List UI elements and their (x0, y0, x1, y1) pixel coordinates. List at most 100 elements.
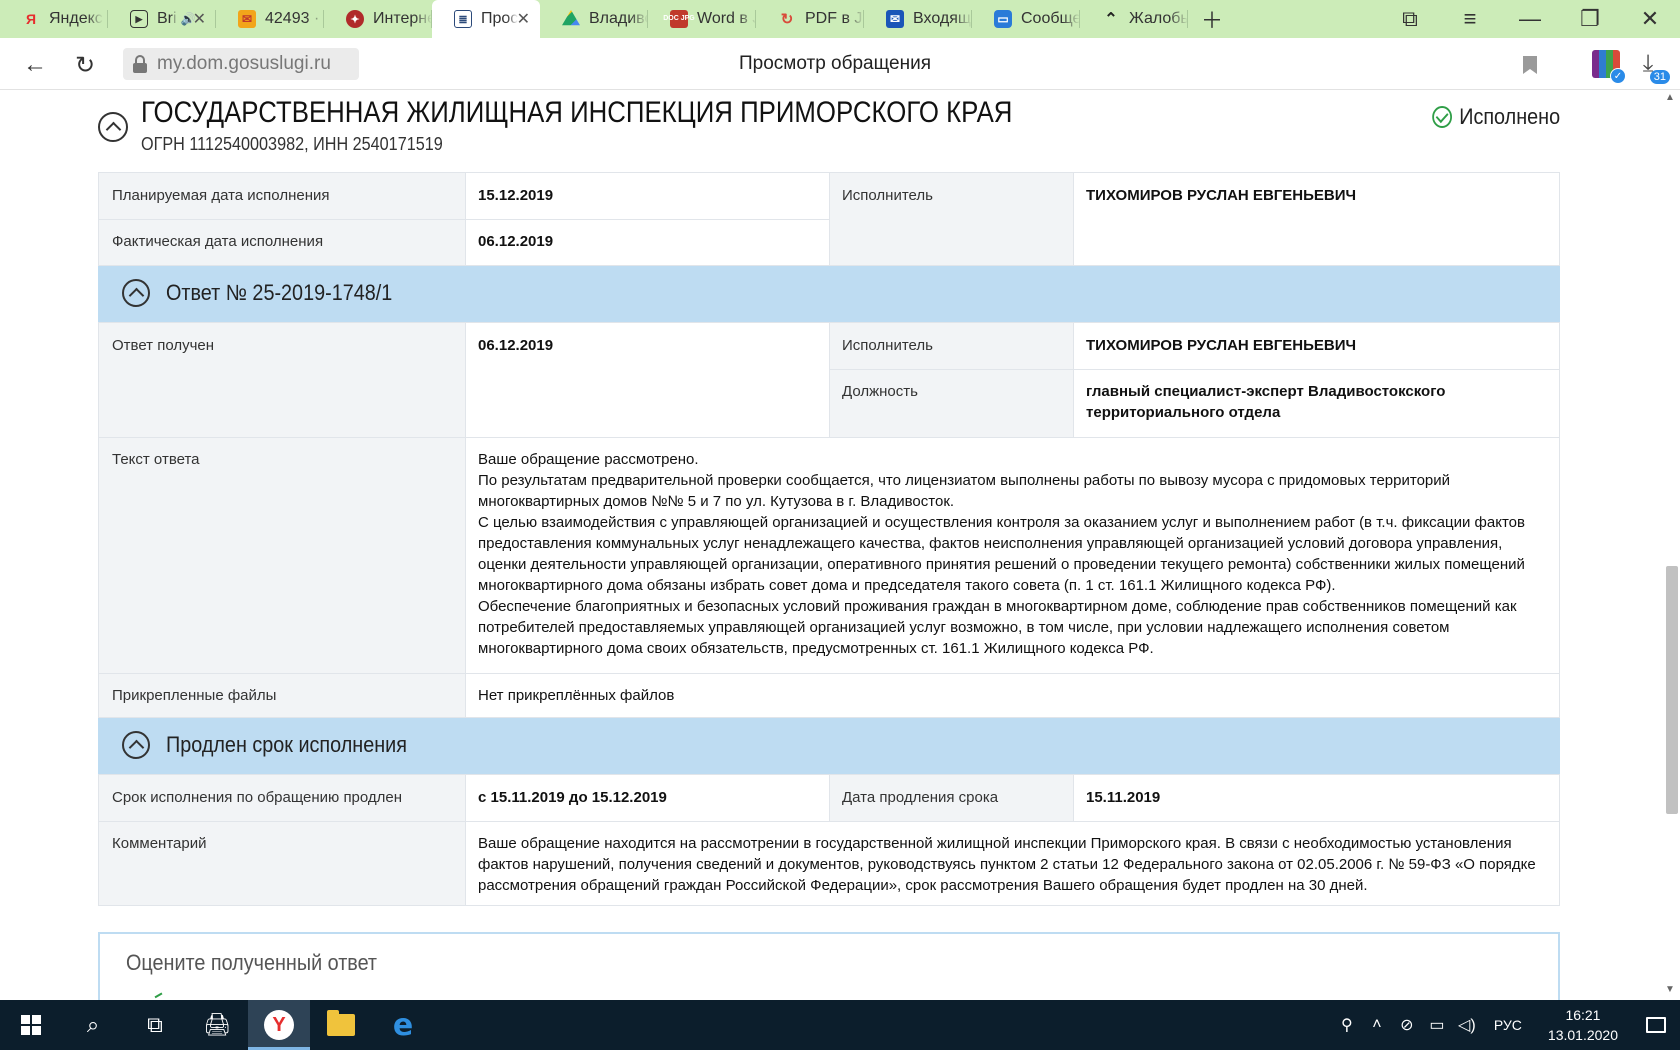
download-icon[interactable]: ⤓ 31 (1634, 50, 1670, 84)
extension-title: Продлен срок исполнения (166, 732, 407, 757)
network-icon[interactable]: ▭ (1422, 1015, 1452, 1035)
tab-pdf-jpg[interactable]: ↻ PDF в JP (756, 0, 864, 38)
inbox-icon: ✉ (886, 10, 904, 28)
people-icon[interactable]: ⚲ (1332, 1015, 1362, 1035)
scrollbar-thumb[interactable] (1666, 566, 1678, 814)
executor-label: Исполнитель (829, 173, 1073, 265)
yandex-browser-taskbar-icon[interactable]: Y (248, 1000, 310, 1050)
tab-vladivo[interactable]: Владиво (540, 0, 648, 38)
position-label: Должность (829, 369, 1073, 437)
close-icon[interactable]: ✕ (517, 9, 530, 29)
tab-strip: Я Яндекс ▶ Bri 🔊 ✕ ✉ 42493 · Е ✦ Интерне… (0, 0, 1680, 38)
download-count-badge: 31 (1649, 70, 1670, 84)
page-viewport: ГОСУДАРСТВЕННАЯ ЖИЛИЩНАЯ ИНСПЕКЦИЯ ПРИМО… (0, 90, 1660, 1000)
yandex-icon: Я (25, 11, 37, 27)
tab-bri[interactable]: ▶ Bri 🔊 ✕ (108, 0, 216, 38)
archiver-extension-icon[interactable]: ✓ (1592, 50, 1626, 84)
url-field[interactable]: my.dom.gosuslugi.ru (123, 48, 359, 80)
comment-value: Ваше обращение находится на рассмотрении… (465, 821, 1559, 905)
start-button[interactable] (0, 1000, 62, 1050)
scroll-up-icon[interactable]: ▲ (1660, 92, 1680, 106)
executor-value: ТИХОМИРОВ РУСЛАН ЕВГЕНЬЕВИЧ (1073, 173, 1559, 265)
tab-complaints[interactable]: ⌃ Жалобы (1080, 0, 1188, 38)
clock-time: 16:21 (1565, 1007, 1601, 1023)
status-text: Исполнено (1459, 104, 1560, 129)
ya-logo-icon: ⌃ (1104, 11, 1118, 28)
extension-section-header[interactable]: Продлен срок исполнения (98, 718, 1560, 774)
files-label: Прикрепленные файлы (99, 673, 465, 717)
tab-label: Жалобы (1129, 10, 1188, 27)
chevron-up-icon[interactable]: ˄ (1362, 1016, 1392, 1034)
collapse-toggle-icon[interactable] (98, 112, 128, 142)
drive-icon (562, 10, 580, 26)
rating-option-icon[interactable] (154, 992, 166, 1000)
answer-paragraph: С целью взаимодействия с управляющей орг… (478, 514, 1525, 594)
tab-prosmotr[interactable]: ≣ Прос ✕ (432, 0, 540, 38)
notifications-icon[interactable] (1632, 1000, 1680, 1050)
actual-date-value: 06.12.2019 (465, 219, 829, 265)
org-ids: ОГРН 1112540003982, ИНН 2540171519 (141, 134, 443, 154)
window-controls: ⧉ ≡ — ❐ ✕ (1380, 0, 1680, 38)
extension-date-label: Дата продления срока (829, 775, 1073, 821)
yandex-icon: Y (264, 1010, 294, 1040)
period-value: с 15.11.2019 до 15.12.2019 (465, 775, 829, 821)
scanner-app-icon[interactable]: 🖨 (186, 1000, 248, 1050)
close-window-button[interactable]: ✕ (1620, 0, 1680, 38)
answer-paragraph: По результатам предварительной проверки … (478, 472, 1451, 510)
position-value: главный специалист-эксперт Владивостокск… (1073, 369, 1559, 437)
rating-box: Оцените полученный ответ (98, 932, 1560, 1000)
reload-icon[interactable]: ↻ (68, 48, 102, 82)
restore-button[interactable]: ❐ (1560, 0, 1620, 38)
tab-yandex[interactable]: Я Яндекс (0, 0, 108, 38)
collapse-toggle-icon[interactable] (122, 279, 150, 307)
mail-icon: ✉ (238, 10, 256, 28)
language-indicator[interactable]: РУС (1494, 1017, 1522, 1033)
answer-executor-label: Исполнитель (829, 323, 1073, 369)
answer-text: Ваше обращение рассмотрено. По результат… (465, 437, 1559, 673)
org-name: ГОСУДАРСТВЕННАЯ ЖИЛИЩНАЯ ИНСПЕКЦИЯ ПРИМО… (141, 96, 1013, 129)
file-explorer-icon[interactable] (310, 1000, 372, 1050)
tab-inbox[interactable]: ✉ Входящи (864, 0, 972, 38)
tab-messages[interactable]: ▭ Сообщен (972, 0, 1080, 38)
period-label: Срок исполнения по обращению продлен (99, 775, 465, 821)
back-icon[interactable]: ← (18, 48, 52, 82)
rating-title: Оцените полученный ответ (126, 950, 378, 975)
minimize-button[interactable]: — (1500, 0, 1560, 38)
collapse-toggle-icon[interactable] (122, 731, 150, 759)
edge-icon[interactable]: e (372, 1000, 434, 1050)
close-icon[interactable]: ✕ (193, 9, 206, 29)
task-view-icon[interactable]: ⧉ (124, 1000, 186, 1050)
chat-icon: ▭ (994, 10, 1012, 28)
volume-icon[interactable]: ◁) (1452, 1015, 1482, 1035)
files-value: Нет прикреплённых файлов (465, 673, 1559, 717)
clock[interactable]: 16:21 13.01.2020 (1548, 1005, 1618, 1045)
answer-section-header[interactable]: Ответ № 25-2019-1748/1 (98, 266, 1560, 322)
tab-internet[interactable]: ✦ Интерне (324, 0, 432, 38)
check-circle-icon (1432, 106, 1452, 128)
new-tab-button[interactable]: ＋ (1188, 0, 1236, 38)
summary-table: Планируемая дата исполнения 15.12.2019 Ф… (98, 172, 1560, 266)
tab-mail[interactable]: ✉ 42493 · Е (216, 0, 324, 38)
bookmark-icon[interactable] (1523, 56, 1537, 74)
answer-title: Ответ № 25-2019-1748/1 (166, 280, 393, 305)
org-header: ГОСУДАРСТВЕННАЯ ЖИЛИЩНАЯ ИНСПЕКЦИЯ ПРИМО… (98, 90, 1560, 162)
menu-icon[interactable]: ≡ (1440, 0, 1500, 38)
windows-icon (21, 1015, 41, 1035)
check-icon: ✓ (1610, 68, 1626, 84)
bookmarks-icon[interactable]: ⧉ (1380, 0, 1440, 38)
tab-word-jpg[interactable]: DOC JPG Word в J (648, 0, 756, 38)
tab-label: Входящи (913, 10, 972, 27)
antivirus-icon[interactable]: ⊘ (1392, 1015, 1422, 1035)
actual-date-label: Фактическая дата исполнения (99, 219, 465, 265)
scrollbar[interactable]: ▲ ▼ (1660, 90, 1680, 1000)
tab-label: PDF в JP (805, 10, 864, 27)
answer-paragraph: Ваше обращение рассмотрено. (478, 451, 699, 468)
system-tray: ⚲ ˄ ⊘ ▭ ◁) РУС 16:21 13.01.2020 (1332, 1000, 1680, 1050)
tab-label: Сообщен (1021, 10, 1080, 27)
extension-date-value: 15.11.2019 (1073, 775, 1559, 821)
search-icon[interactable]: ⌕ (62, 1000, 124, 1050)
answer-executor-value: ТИХОМИРОВ РУСЛАН ЕВГЕНЬЕВИЧ (1073, 323, 1559, 369)
address-bar: ← ↻ my.dom.gosuslugi.ru Просмотр обращен… (0, 38, 1680, 90)
scroll-down-icon[interactable]: ▼ (1660, 984, 1680, 998)
lock-icon (133, 55, 147, 73)
